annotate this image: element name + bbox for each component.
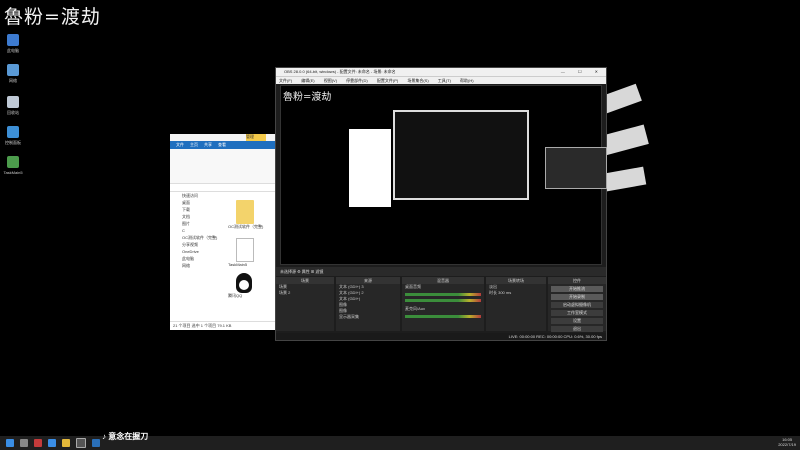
network-icon <box>7 64 19 76</box>
preview-watermark: 魯粉=渡劫 <box>283 92 332 103</box>
nested-obs-capture-inner <box>545 147 607 189</box>
taskbar-clock[interactable]: 16:05 2022/7/19 <box>778 437 796 447</box>
obs-source-control-bar: 未选择源 ⚙ 属性 ⊞ 滤镜 <box>276 267 606 276</box>
obs-menu-bar: 文件(F) 编辑(E) 视图(V) 停靠部件(D) 配置文件(P) 场景集合(S… <box>276 76 606 84</box>
app-icon <box>7 156 19 168</box>
nav-item[interactable]: 此电脑 <box>170 255 225 262</box>
nav-item[interactable]: 网络 <box>170 262 225 269</box>
scenes-dock: 场景 场景 场景 2 <box>276 277 334 331</box>
explorer-nav-pane: 快速访问 桌面 下载 文档 图片 C OC测试软件（完整) 分享视频 OneDr… <box>170 192 225 322</box>
bg-shape <box>600 124 649 156</box>
virtual-camera-button[interactable]: 启动虚拟摄像机 <box>551 302 603 308</box>
nav-item[interactable]: 快速访问 <box>170 192 225 199</box>
bg-shape <box>603 166 647 192</box>
folder-icon[interactable] <box>62 439 70 447</box>
desktop-icon-network[interactable]: 网络 <box>2 64 24 84</box>
nav-item[interactable]: 下载 <box>170 206 225 213</box>
tab-file[interactable]: 文件 <box>176 142 184 148</box>
nav-item[interactable]: 桌面 <box>170 199 225 206</box>
exit-button[interactable]: 退出 <box>551 326 603 332</box>
search-icon[interactable] <box>20 439 28 447</box>
qq-penguin-icon <box>236 273 252 293</box>
manage-tab[interactable]: 管理 <box>246 134 266 141</box>
mixer-channel-label: 桌面音频 <box>405 284 421 289</box>
file-item[interactable]: OC测试软件（完整) <box>228 200 276 230</box>
nav-item[interactable]: C <box>170 227 225 234</box>
file-explorer-window: 管理 文件 主页 共享 查看 快速访问 桌面 下载 文档 图片 C OC测试软件… <box>170 134 278 330</box>
tab-view[interactable]: 查看 <box>218 142 226 148</box>
controls-header: 控件 <box>548 277 606 284</box>
menu-profile[interactable]: 配置文件(P) <box>377 78 398 83</box>
controls-dock: 控件 开始推流 开始录制 启动虚拟摄像机 工作室模式 设置 退出 <box>548 277 606 332</box>
obs-status-bar: LIVE: 00:00:00 REC: 00:00:00 CPU: 0.6%, … <box>276 333 606 340</box>
nav-item[interactable]: 分享视频 <box>170 241 225 248</box>
address-bar[interactable] <box>170 184 278 192</box>
obs-preview[interactable]: 魯粉=渡劫 <box>280 85 607 265</box>
settings-button[interactable]: 设置 <box>551 318 603 324</box>
sources-header: 来源 <box>336 277 400 284</box>
desktop-icon-control-panel[interactable]: 控制面板 <box>2 126 24 146</box>
volume-meter <box>405 293 481 296</box>
explorer-ribbon <box>170 149 278 184</box>
explorer-ribbon-tabs: 文件 主页 共享 查看 <box>170 141 278 149</box>
desktop-watermark: 魯粉=渡劫 <box>4 6 101 28</box>
desktop-icon-recycle-bin[interactable]: 回收站 <box>2 96 24 116</box>
file-icon <box>236 238 254 262</box>
recycle-bin-icon <box>7 96 19 108</box>
volume-meter <box>405 299 481 302</box>
menu-scene-collection[interactable]: 场景集合(S) <box>407 78 428 83</box>
explorer-file-list: OC测试软件（完整) TaskMain5 腾讯QQ <box>228 194 276 299</box>
obs-docks: 场景 场景 场景 2 来源 文本 (GDI+) 3 文本 (GDI+) 2 文本… <box>276 277 606 332</box>
tiktok-label: 意念在握刀 <box>108 432 149 441</box>
menu-tools[interactable]: 工具(T) <box>438 78 451 83</box>
folder-icon <box>236 200 254 224</box>
obs-title: OBS 28.0.0 (64-bit, windows) - 配置文件: 未命名… <box>284 69 396 74</box>
source-item[interactable]: 显示器采集 <box>336 314 400 320</box>
file-item[interactable]: TaskMain5 <box>228 238 276 267</box>
control-panel-icon <box>7 126 19 138</box>
nested-obs-capture <box>393 110 607 200</box>
nav-item[interactable]: OC测试软件（完整) <box>170 234 225 241</box>
start-streaming-button[interactable]: 开始推流 <box>551 286 603 292</box>
volume-meter <box>405 315 481 318</box>
tab-share[interactable]: 共享 <box>204 142 212 148</box>
tab-home[interactable]: 主页 <box>190 142 198 148</box>
transitions-dock: 场景转场 淡出 时长 300 ms <box>486 277 546 331</box>
obs-titlebar: OBS 28.0.0 (64-bit, windows) - 配置文件: 未命名… <box>276 68 606 76</box>
menu-docks[interactable]: 停靠部件(D) <box>346 78 368 83</box>
menu-edit[interactable]: 编辑(E) <box>301 78 314 83</box>
transition-duration[interactable]: 时长 300 ms <box>486 290 546 296</box>
desktop-icon-this-pc[interactable]: 此电脑 <box>2 34 24 54</box>
nav-item[interactable]: 图片 <box>170 220 225 227</box>
file-item[interactable]: 腾讯QQ <box>228 273 276 299</box>
desktop-icon-taskmain[interactable]: TaskMain5 <box>2 156 24 175</box>
nav-item[interactable]: 文档 <box>170 213 225 220</box>
menu-help[interactable]: 帮助(H) <box>460 78 474 83</box>
start-icon[interactable] <box>6 439 14 447</box>
mixer-header: 混音器 <box>402 277 484 284</box>
app-icon[interactable] <box>34 439 42 447</box>
transitions-header: 场景转场 <box>486 277 546 284</box>
source-control-text: 未选择源 ⚙ 属性 ⊞ 滤镜 <box>280 269 324 274</box>
clock-date: 2022/7/19 <box>778 442 796 447</box>
nav-item[interactable]: OneDrive <box>170 248 225 255</box>
sources-dock: 来源 文本 (GDI+) 3 文本 (GDI+) 2 文本 (GDI+) 图像 … <box>336 277 400 331</box>
explorer-status-bar: 21 个项目 选中 1 个项目 79.1 KB <box>170 321 278 330</box>
scene-item[interactable]: 场景 2 <box>276 290 334 296</box>
studio-mode-button[interactable]: 工作室模式 <box>551 310 603 316</box>
app-icon[interactable] <box>92 439 100 447</box>
obs-window: OBS 28.0.0 (64-bit, windows) - 配置文件: 未命名… <box>275 67 607 341</box>
scenes-header: 场景 <box>276 277 334 284</box>
audio-mixer-dock: 混音器 桌面音频 麦克风/Aux <box>402 277 484 331</box>
mixer-channel-label: 麦克风/Aux <box>405 306 426 311</box>
window-controls[interactable]: — ☐ ✕ <box>561 68 604 76</box>
start-recording-button[interactable]: 开始录制 <box>551 294 603 300</box>
menu-file[interactable]: 文件(F) <box>279 78 292 83</box>
obs-icon[interactable] <box>76 438 86 448</box>
computer-icon <box>7 34 19 46</box>
tiktok-watermark: ♪ 意念在握刀 <box>102 432 149 441</box>
nested-explorer-capture <box>349 129 391 207</box>
menu-view[interactable]: 视图(V) <box>324 78 337 83</box>
browser-icon[interactable] <box>48 439 56 447</box>
